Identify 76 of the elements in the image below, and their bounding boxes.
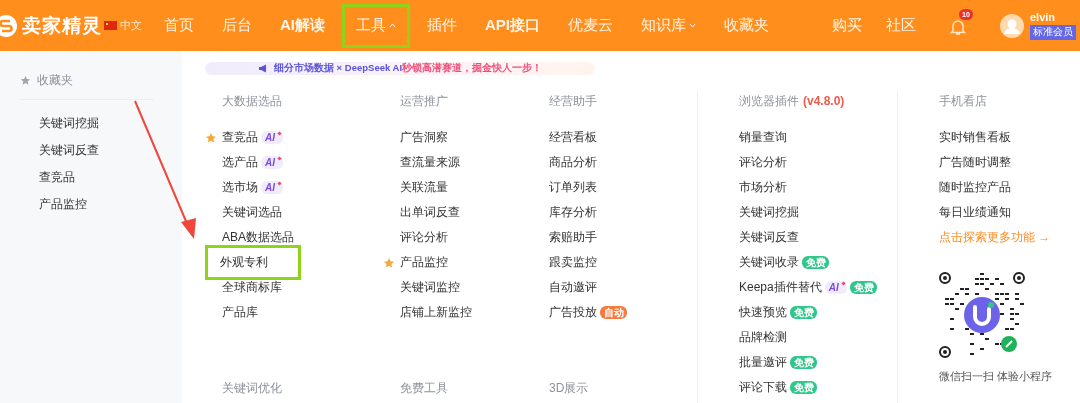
bell-icon[interactable] — [950, 17, 966, 36]
menu-item[interactable]: 订单列表 — [549, 179, 597, 196]
avatar-icon[interactable] — [1000, 13, 1024, 38]
free-badge: 免费 — [849, 281, 877, 294]
menu-item[interactable]: 自动邀评 — [549, 279, 597, 296]
column-heading: 手机看店 — [939, 92, 987, 110]
menu-item[interactable]: 关键词选品 — [222, 204, 282, 221]
column-heading: 运营推广 — [400, 92, 448, 110]
menu-item[interactable]: 品牌检测 — [739, 329, 787, 346]
column-heading: 关键词优化 — [222, 379, 282, 397]
flag-icon — [104, 21, 117, 30]
sidebar-item[interactable]: 查竞品 — [39, 169, 154, 185]
menu-item[interactable]: 查流量来源 — [400, 154, 460, 171]
menu-item[interactable]: 销量查询 — [739, 129, 787, 146]
menu-item[interactable]: 广告投放 自动 — [549, 304, 627, 321]
sidebar-item[interactable]: 关键词挖掘 — [39, 115, 154, 131]
menu-item[interactable]: 关键词监控 — [400, 279, 460, 296]
menu-item[interactable]: 产品库 — [222, 304, 258, 321]
menu-item[interactable]: 产品监控 — [400, 254, 448, 271]
menu-item[interactable]: 广告随时调整 — [939, 154, 1011, 171]
menu-item[interactable]: 每日业绩通知 — [939, 204, 1011, 221]
menu-item[interactable]: Keepa插件替代 AI 免费 — [739, 279, 877, 296]
megaphone-icon — [258, 64, 268, 73]
caret-icon — [389, 23, 396, 28]
ai-badge: AI — [261, 131, 283, 144]
menu-item[interactable]: 索赔助手 — [549, 229, 597, 246]
menu-item[interactable]: 评论分析 — [739, 154, 787, 171]
menu-item[interactable]: 外观专利 — [205, 245, 301, 280]
qr-caption: 微信扫一扫 体验小程序 — [939, 370, 1053, 384]
column-heading: 经营助手 — [549, 92, 597, 110]
menu-item[interactable]: 全球商标库 — [222, 279, 282, 296]
menu-item[interactable]: 评论分析 — [400, 229, 448, 246]
menu-item[interactable]: 经营看板 — [549, 129, 597, 146]
menu-item[interactable]: 商品分析 — [549, 154, 597, 171]
menu-item[interactable]: ABA数据选品 — [222, 229, 294, 246]
menu-item[interactable]: 选市场 AI — [222, 179, 283, 196]
promo-banner[interactable]: 细分市场数据 × DeepSeek AI秒锁高潜赛道，掘金快人一步！ — [205, 62, 595, 75]
brand-name: 卖家精灵 — [22, 13, 102, 38]
caret-icon — [689, 23, 696, 28]
banner-text: 细分市场数据 × DeepSeek AI秒锁高潜赛道，掘金快人一步！ — [274, 62, 542, 75]
free-badge: 免费 — [790, 306, 817, 319]
column-heading: 浏览器插件 — [739, 92, 799, 110]
menu-item[interactable]: 批量邀评 免费 — [739, 354, 817, 371]
star-icon — [20, 74, 31, 86]
sidebar-item[interactable]: 产品监控 — [39, 196, 154, 212]
ai-badge: AI — [261, 181, 283, 194]
menu-item[interactable]: 快速预览 免费 — [739, 304, 817, 321]
menu-item[interactable]: 跟卖监控 — [549, 254, 597, 271]
free-badge: 免费 — [790, 381, 817, 394]
column-heading: 大数据选品 — [222, 92, 282, 110]
menu-item[interactable]: 随时监控产品 — [939, 179, 1011, 196]
menu-item[interactable]: 店铺上新监控 — [400, 304, 472, 321]
menu-item[interactable]: 关联流量 — [400, 179, 448, 196]
menu-item[interactable]: 关键词反查 — [739, 229, 799, 246]
menu-item[interactable]: 关键词挖掘 — [739, 204, 799, 221]
menu-item[interactable]: 实时销售看板 — [939, 129, 1011, 146]
menu-item[interactable]: 关键词收录 免费 — [739, 254, 829, 271]
sidebar-title: 收藏夹 — [37, 71, 73, 89]
user-name: elvin — [1030, 11, 1056, 23]
menu-item[interactable]: 库存分析 — [549, 204, 597, 221]
ai-badge: AI — [261, 156, 283, 169]
column-heading: 3D展示 — [549, 379, 589, 397]
plan-badge: 标准会员 — [1030, 25, 1076, 40]
version-label: (v4.8.0) — [803, 94, 845, 108]
auto-badge: 自动 — [600, 306, 627, 319]
free-badge: 免费 — [790, 356, 817, 369]
menu-item[interactable]: 查竞品 AI — [222, 129, 283, 146]
menu-item[interactable]: 市场分析 — [739, 179, 787, 196]
menu-item[interactable]: 评论下载 免费 — [739, 379, 817, 396]
menu-item[interactable]: 选产品 AI — [222, 154, 283, 171]
sidebar-item[interactable]: 关键词反查 — [39, 142, 154, 158]
menu-item[interactable]: 广告洞察 — [400, 129, 448, 146]
column-heading: 免费工具 — [400, 379, 448, 397]
free-badge: 免费 — [802, 256, 829, 269]
ai-badge: AI — [824, 281, 847, 294]
menu-item[interactable]: 出单词反查 — [400, 204, 460, 221]
